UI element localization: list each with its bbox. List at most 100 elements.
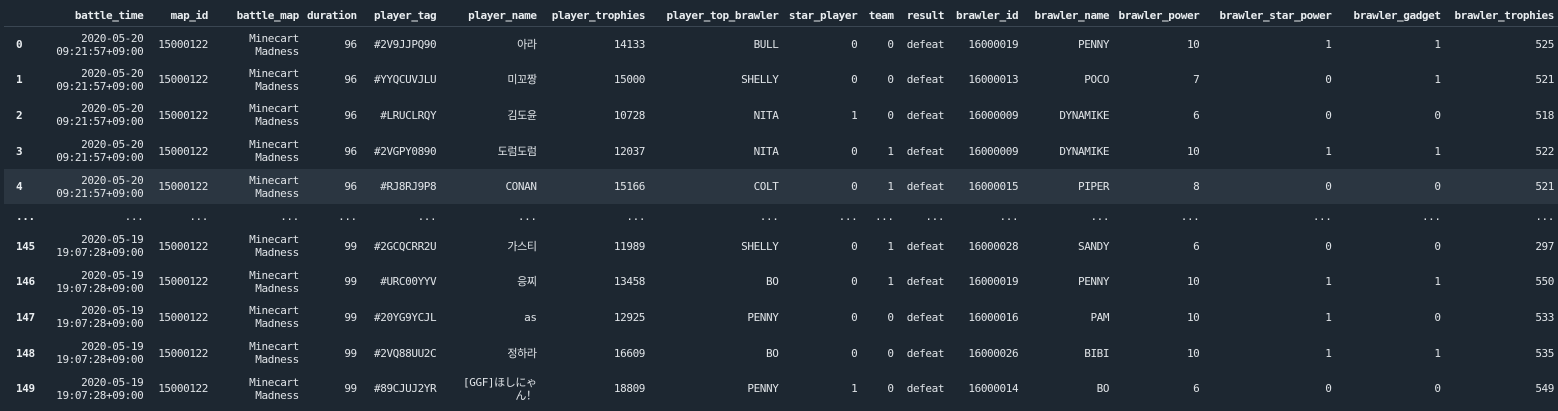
cell-player-trophies: 18809 xyxy=(613,382,646,396)
cell-map-id: 15000122 xyxy=(158,382,208,396)
cell-brawler-gadget: ... xyxy=(1421,209,1441,223)
cell-result: defeat xyxy=(906,180,945,194)
cell-map-id: 15000122 xyxy=(158,346,208,360)
cell-battle-time: 2020-05-19 19:07:28+09:00 xyxy=(56,304,144,331)
cell-duration: 96 xyxy=(344,73,357,87)
cell-brawler-name: PENNY xyxy=(1077,38,1110,52)
cell-battle-time: 2020-05-19 19:07:28+09:00 xyxy=(56,375,144,402)
cell-brawler-star-power: 1 xyxy=(1325,275,1332,289)
cell-team: 0 xyxy=(887,310,894,324)
cell-result: defeat xyxy=(906,239,945,253)
cell-brawler-star-power: 0 xyxy=(1325,239,1332,253)
cell-battle-time: 2020-05-20 09:21:57+09:00 xyxy=(56,173,144,200)
cell-team: 1 xyxy=(887,275,894,289)
cell-team: 0 xyxy=(887,382,894,396)
cell-brawler-star-power: 1 xyxy=(1325,346,1332,360)
cell-star-player: 0 xyxy=(851,144,858,158)
cell-team: 0 xyxy=(887,108,894,122)
cell-star-player: 0 xyxy=(851,73,858,87)
cell-brawler-star-power: 1 xyxy=(1325,310,1332,324)
cell-battle-map: Minecart Madness xyxy=(249,31,299,58)
cell-brawler-power: 10 xyxy=(1186,346,1200,360)
cell-player-tag: #RJ8RJ9P8 xyxy=(380,180,437,194)
cell-map-id: 15000122 xyxy=(158,73,208,87)
row-index: 149 xyxy=(16,382,35,396)
cell-battle-map: Minecart Madness xyxy=(249,304,299,331)
cell-brawler-trophies: 297 xyxy=(1535,239,1554,253)
cell-player-trophies: 13458 xyxy=(613,275,646,289)
dataframe-output: battle_time map_id battle_map duration playe… xyxy=(0,0,1558,411)
table-row: 4 2020-05-20 09:21:57+09:00 15000122 Mineca… xyxy=(4,168,1558,205)
cell-player-top-brawler: SHELLY xyxy=(741,239,779,253)
cell-star-player: 0 xyxy=(851,275,858,289)
cell-player-trophies: 11989 xyxy=(613,239,646,253)
cell-player-tag: #2GCQCRR2U xyxy=(374,239,437,253)
cell-battle-time: 2020-05-19 19:07:28+09:00 xyxy=(56,340,144,367)
cell-player-trophies: 16609 xyxy=(613,346,646,360)
cell-player-trophies: 12037 xyxy=(613,144,646,158)
cell-player-name: CONAN xyxy=(505,180,537,194)
row-index: 148 xyxy=(16,346,35,360)
cell-battle-map: Minecart Madness xyxy=(249,375,299,402)
table-body: 0 2020-05-20 09:21:57+09:00 15000122 Mineca… xyxy=(4,27,1558,407)
column-header-team: team xyxy=(861,4,898,27)
cell-team: ... xyxy=(874,209,894,223)
header-row: battle_time map_id battle_map duration playe… xyxy=(4,4,1558,27)
cell-result: defeat xyxy=(906,382,945,396)
cell-player-trophies: 14133 xyxy=(613,38,646,52)
cell-player-name: 미꼬짱 xyxy=(507,73,537,87)
cell-player-top-brawler: BO xyxy=(766,275,779,289)
cell-battle-map: Minecart Madness xyxy=(249,102,299,129)
cell-brawler-trophies: 533 xyxy=(1535,310,1554,324)
cell-brawler-gadget: 1 xyxy=(1434,144,1441,158)
cell-brawler-power: 6 xyxy=(1193,108,1200,122)
row-index: ... xyxy=(16,209,35,223)
cell-player-tag: #20YG9YCJL xyxy=(374,310,437,324)
cell-brawler-star-power: 0 xyxy=(1325,108,1332,122)
table-row: 2 2020-05-20 09:21:57+09:00 15000122 Mineca… xyxy=(4,98,1558,134)
cell-player-tag: #URC00YYV xyxy=(380,275,437,289)
cell-player-top-brawler: PENNY xyxy=(747,310,779,324)
cell-player-trophies: 15166 xyxy=(613,180,646,194)
cell-brawler-gadget: 1 xyxy=(1434,38,1441,52)
cell-result: defeat xyxy=(906,310,945,324)
cell-battle-time: 2020-05-20 09:21:57+09:00 xyxy=(56,66,144,93)
column-header-brawler-star-power: brawler_star_power xyxy=(1203,4,1336,27)
column-header-player-tag: player_tag xyxy=(360,4,441,27)
cell-battle-map: Minecart Madness xyxy=(249,66,299,93)
cell-star-player: 0 xyxy=(851,38,858,52)
cell-brawler-power: 6 xyxy=(1193,239,1200,253)
cell-battle-time: 2020-05-19 19:07:28+09:00 xyxy=(56,268,144,295)
cell-brawler-name: DYNAMIKE xyxy=(1059,144,1110,158)
cell-star-player: ... xyxy=(838,209,858,223)
cell-brawler-trophies: 535 xyxy=(1535,346,1554,360)
cell-team: 0 xyxy=(887,38,894,52)
cell-brawler-star-power: 1 xyxy=(1325,38,1332,52)
column-header-brawler-power: brawler_power xyxy=(1113,4,1204,27)
cell-battle-map: Minecart Madness xyxy=(249,233,299,260)
cell-player-top-brawler: PENNY xyxy=(747,382,779,396)
cell-brawler-trophies: 521 xyxy=(1535,73,1554,87)
cell-brawler-power: 6 xyxy=(1193,382,1200,396)
cell-map-id: 15000122 xyxy=(158,38,208,52)
cell-player-name: 가스티 xyxy=(507,239,537,253)
cell-map-id: 15000122 xyxy=(158,144,208,158)
table-row: 0 2020-05-20 09:21:57+09:00 15000122 Mineca… xyxy=(4,27,1558,63)
cell-team: 1 xyxy=(887,239,894,253)
table-row: 147 2020-05-19 19:07:28+09:00 15000122 Mine… xyxy=(4,300,1558,336)
cell-player-trophies: 12925 xyxy=(613,310,646,324)
cell-brawler-gadget: 0 xyxy=(1434,310,1441,324)
row-index: 147 xyxy=(16,310,35,324)
cell-star-player: 1 xyxy=(851,108,858,122)
cell-player-tag: #89CJUJ2YR xyxy=(374,382,437,396)
row-index: 2 xyxy=(16,108,23,122)
row-index: 146 xyxy=(16,275,35,289)
cell-duration: 99 xyxy=(344,275,357,289)
cell-brawler-power: 10 xyxy=(1186,275,1200,289)
cell-brawler-trophies: 521 xyxy=(1535,180,1554,194)
dataframe-table: battle_time map_id battle_map duration playe… xyxy=(4,4,1558,406)
cell-star-player: 0 xyxy=(851,346,858,360)
cell-brawler-id: 16000019 xyxy=(968,38,1019,52)
cell-duration: 96 xyxy=(344,144,357,158)
cell-player-top-brawler: NITA xyxy=(753,108,779,122)
